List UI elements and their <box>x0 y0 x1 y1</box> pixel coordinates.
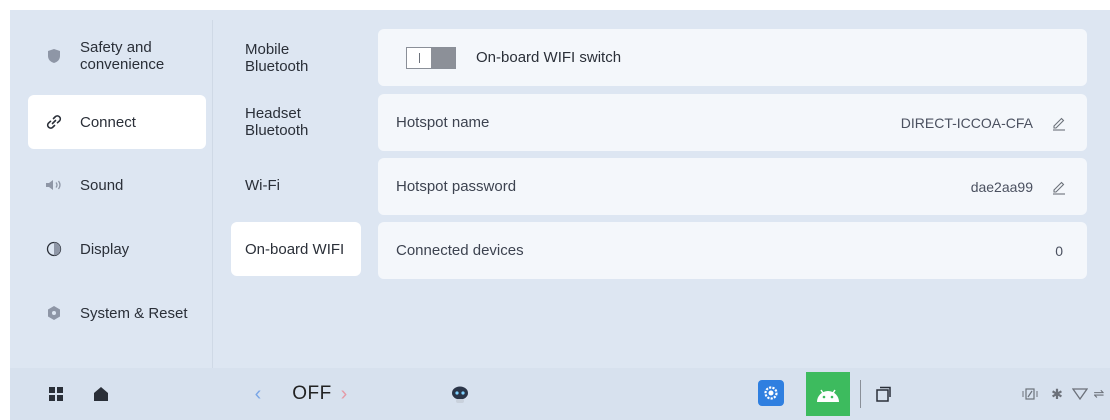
onboard-wifi-switch-row: On-board WIFI switch <box>378 29 1087 86</box>
hotspot-password-value: dae2aa99 <box>970 178 1033 195</box>
subnav-label: Headset Bluetooth <box>245 105 309 139</box>
category-sound[interactable]: Sound <box>28 158 206 212</box>
system-icon <box>28 305 80 321</box>
link-icon <box>28 113 80 131</box>
android-app-icon[interactable] <box>806 372 850 416</box>
connected-devices-row[interactable]: Connected devices 0 <box>378 222 1087 279</box>
hotspot-name-value: DIRECT-ICCOA-CFA <box>900 114 1033 131</box>
category-label: System & Reset <box>80 304 188 322</box>
hotspot-password-row[interactable]: Hotspot password dae2aa99 <box>378 158 1087 215</box>
subnav-label: Wi-Fi <box>245 176 280 194</box>
subnav-label: On-board WIFI <box>245 240 345 258</box>
edit-pencil-icon[interactable] <box>1049 113 1069 133</box>
category-label: Display <box>80 240 130 258</box>
chevron-right-icon[interactable]: › <box>334 382 354 406</box>
settings-app-icon[interactable] <box>758 380 784 406</box>
bluetooth-icon: ✱ <box>1051 385 1063 402</box>
hotspot-name-label: Hotspot name <box>396 114 490 131</box>
category-safety[interactable]: Safety and convenience <box>28 29 206 83</box>
subnav-label: Mobile Bluetooth <box>245 41 309 75</box>
connected-devices-count: 0 <box>1055 242 1063 259</box>
shield-icon <box>28 48 80 64</box>
category-label: Sound <box>80 176 124 194</box>
subnav-mobile-bluetooth[interactable]: Mobile Bluetooth <box>231 31 361 85</box>
chevron-left-icon[interactable]: ‹ <box>248 382 268 406</box>
hotspot-name-row[interactable]: Hotspot name DIRECT-ICCOA-CFA <box>378 94 1087 151</box>
category-label: Safety and convenience <box>80 39 165 73</box>
onboard-wifi-toggle[interactable] <box>406 46 456 69</box>
column-divider <box>212 20 213 368</box>
display-icon <box>28 241 80 257</box>
category-label: Connect <box>80 113 136 131</box>
speaker-icon <box>28 178 80 192</box>
apps-grid-icon[interactable] <box>46 384 66 404</box>
edit-pencil-icon[interactable] <box>1049 177 1069 197</box>
more-icon[interactable]: ⇌ <box>1092 384 1106 404</box>
window-switch-icon[interactable] <box>872 383 894 405</box>
category-system[interactable]: System & Reset <box>28 286 206 340</box>
wifi-icon <box>1070 384 1090 404</box>
subnav-onboard-wifi[interactable]: On-board WIFI <box>231 222 361 276</box>
settings-screen: Safety and convenience Connect Sound Dis… <box>10 10 1110 420</box>
subnav-headset-bluetooth[interactable]: Headset Bluetooth <box>231 95 361 149</box>
toggle-track <box>431 47 455 68</box>
phone-signal-icon <box>1020 384 1040 404</box>
taskbar-divider <box>860 380 861 408</box>
category-list: Safety and convenience Connect Sound Dis… <box>10 10 212 368</box>
climate-status[interactable]: OFF <box>288 382 336 406</box>
home-icon[interactable] <box>90 383 112 405</box>
subnav-wifi[interactable]: Wi-Fi <box>231 158 361 212</box>
category-connect[interactable]: Connect <box>28 95 206 149</box>
robot-assistant-icon[interactable] <box>448 382 472 406</box>
taskbar: ‹ OFF › ✱ ⇌ <box>10 368 1110 420</box>
switch-label: On-board WIFI switch <box>476 49 622 66</box>
connected-devices-label: Connected devices <box>396 242 524 259</box>
category-display[interactable]: Display <box>28 222 206 276</box>
hotspot-password-label: Hotspot password <box>396 178 517 195</box>
toggle-knob <box>407 47 431 68</box>
